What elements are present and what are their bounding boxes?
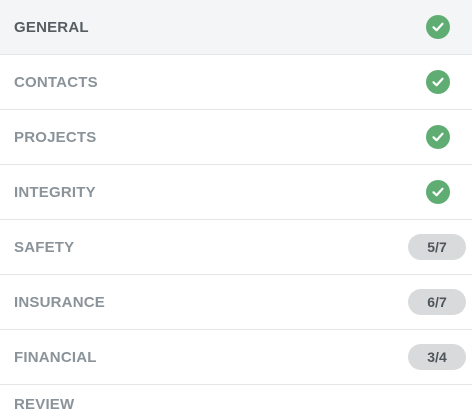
nav-item-safety[interactable]: SAFETY 5/7 — [0, 220, 472, 275]
nav-item-review[interactable]: REVIEW — [0, 385, 472, 415]
nav-item-label: INSURANCE — [14, 293, 105, 311]
progress-count-badge: 3/4 — [408, 344, 466, 370]
nav-item-contacts[interactable]: CONTACTS — [0, 55, 472, 110]
nav-item-projects[interactable]: PROJECTS — [0, 110, 472, 165]
check-circle-icon — [426, 180, 450, 204]
nav-item-label: PROJECTS — [14, 128, 97, 146]
nav-item-insurance[interactable]: INSURANCE 6/7 — [0, 275, 472, 330]
nav-item-label: CONTACTS — [14, 73, 98, 91]
progress-count-badge: 6/7 — [408, 289, 466, 315]
nav-item-label: FINANCIAL — [14, 348, 97, 366]
check-circle-icon — [426, 15, 450, 39]
nav-item-label: SAFETY — [14, 238, 75, 256]
section-nav: GENERAL CONTACTS PROJECTS INTEGRITY SAFE… — [0, 0, 472, 415]
nav-item-label: GENERAL — [14, 18, 89, 36]
nav-item-label: INTEGRITY — [14, 183, 96, 201]
nav-item-general[interactable]: GENERAL — [0, 0, 472, 55]
check-circle-icon — [426, 125, 450, 149]
nav-item-label: REVIEW — [14, 396, 75, 413]
progress-count-badge: 5/7 — [408, 234, 466, 260]
nav-item-integrity[interactable]: INTEGRITY — [0, 165, 472, 220]
check-circle-icon — [426, 70, 450, 94]
nav-item-financial[interactable]: FINANCIAL 3/4 — [0, 330, 472, 385]
